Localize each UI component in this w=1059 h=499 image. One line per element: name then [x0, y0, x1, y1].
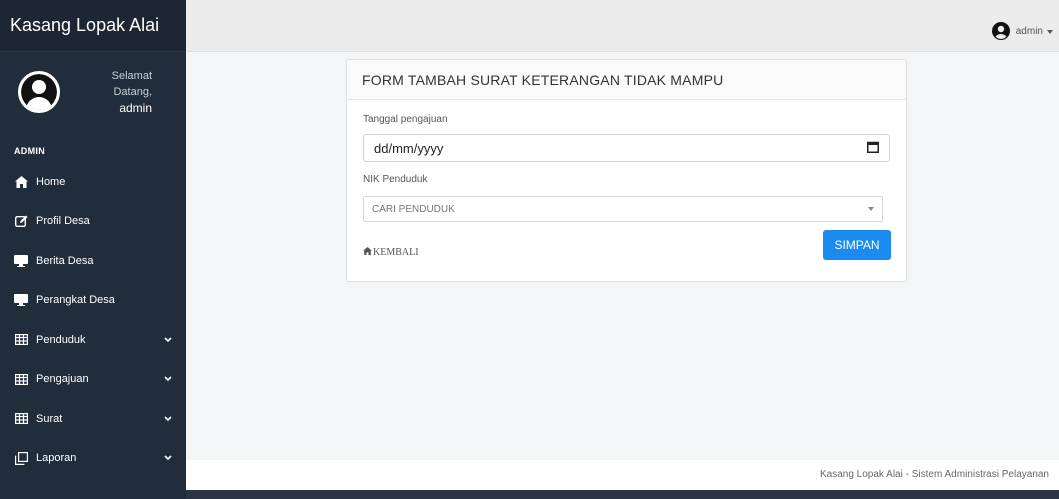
nik-label: NIK Penduduk: [363, 174, 428, 185]
footer: Kasang Lopak Alai - Sistem Administrasi …: [186, 460, 1059, 490]
nik-placeholder: CARI PENDUDUK: [372, 203, 455, 215]
home-icon: [363, 246, 372, 258]
sidebar-item-label: Profil Desa: [36, 215, 90, 228]
sidebar-item-label: Berita Desa: [36, 254, 94, 267]
sidebar-nav: Home Profil Desa Berita Desa Perangkat D…: [0, 162, 186, 478]
user-circle-icon: [991, 22, 1010, 40]
nik-select[interactable]: CARI PENDUDUK: [363, 196, 883, 222]
sidebar-item-penduduk[interactable]: Penduduk: [0, 320, 186, 360]
sidebar-item-surat[interactable]: Surat: [0, 399, 186, 439]
dropdown-arrow-icon: [868, 207, 874, 211]
sidebar-item-pengajuan[interactable]: Pengajuan: [0, 360, 186, 400]
user-greeting: Selamat Datang,: [111, 70, 152, 98]
date-label: Tanggal pengajuan: [363, 114, 448, 125]
brand-title: Kasang Lopak Alai: [10, 15, 160, 35]
back-link[interactable]: KEMBALI: [363, 246, 419, 258]
caret-down-icon: [1047, 26, 1053, 37]
sidebar: Kasang Lopak Alai Selamat Datang, admin …: [0, 0, 186, 499]
user-name: admin: [119, 101, 152, 115]
form-card: FORM TAMBAH SURAT KETERANGAN TIDAK MAMPU…: [346, 59, 907, 282]
home-icon: [14, 175, 28, 188]
chevron-down-icon: [164, 334, 172, 346]
sidebar-item-profil-desa[interactable]: Profil Desa: [0, 202, 186, 242]
sidebar-item-label: Laporan: [36, 452, 77, 465]
sidebar-item-home[interactable]: Home: [0, 162, 186, 202]
user-menu-label: admin: [1015, 25, 1043, 37]
table-icon: [14, 413, 28, 425]
calendar-icon[interactable]: [867, 141, 879, 156]
sidebar-item-label: Perangkat Desa: [36, 294, 115, 307]
footer-text: Kasang Lopak Alai - Sistem Administrasi …: [819, 469, 1049, 480]
sidebar-item-perangkat-desa[interactable]: Perangkat Desa: [0, 281, 186, 321]
footer-bar: [186, 490, 1059, 499]
chevron-down-icon: [164, 413, 172, 425]
sidebar-item-laporan[interactable]: Laporan: [0, 439, 186, 479]
table-icon: [14, 334, 28, 346]
sidebar-item-label: Surat: [36, 412, 63, 425]
avatar-icon: [18, 71, 60, 113]
chevron-down-icon: [164, 373, 172, 385]
sidebar-item-label: Pengajuan: [36, 373, 89, 386]
desktop-icon: [14, 294, 28, 307]
date-placeholder: dd/mm/yyyy: [374, 140, 444, 156]
save-button[interactable]: SIMPAN: [823, 230, 891, 260]
chevron-down-icon: [164, 452, 172, 464]
sidebar-section-label: ADMIN: [14, 146, 45, 156]
user-panel: Selamat Datang, admin: [0, 52, 186, 132]
desktop-icon: [14, 254, 28, 267]
user-menu[interactable]: admin: [991, 22, 1053, 40]
sidebar-item-label: Home: [36, 175, 66, 188]
date-input[interactable]: dd/mm/yyyy: [363, 134, 890, 162]
copy-icon: [14, 451, 28, 465]
sidebar-item-berita-desa[interactable]: Berita Desa: [0, 241, 186, 281]
edit-icon: [14, 215, 28, 228]
form-title: FORM TAMBAH SURAT KETERANGAN TIDAK MAMPU: [347, 60, 906, 100]
back-label: KEMBALI: [373, 246, 419, 258]
topbar: admin: [186, 0, 1059, 52]
brand[interactable]: Kasang Lopak Alai: [0, 0, 186, 52]
table-icon: [14, 373, 28, 385]
sidebar-item-label: Penduduk: [36, 333, 86, 346]
